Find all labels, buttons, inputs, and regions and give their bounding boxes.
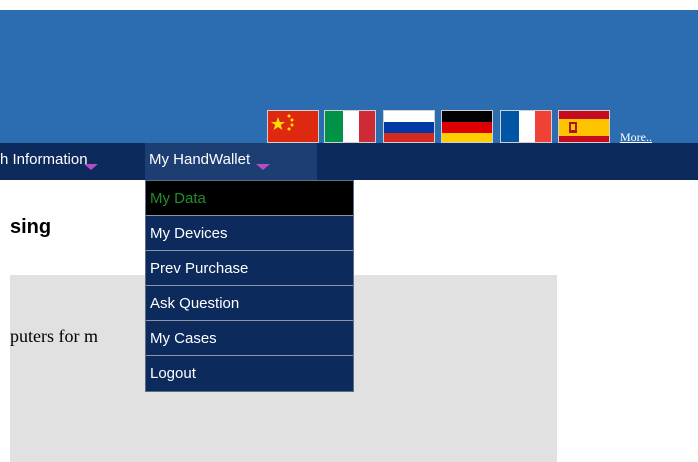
france-flag-icon[interactable] — [500, 110, 552, 143]
my-handwallet-dropdown: My Data My Devices Prev Purchase Ask Que… — [145, 180, 354, 392]
menu-item-my-devices[interactable]: My Devices — [146, 216, 353, 251]
nav-item-label: My HandWallet — [149, 151, 251, 168]
nav-item-my-handwallet[interactable]: My HandWallet — [145, 143, 317, 180]
menu-item-prev-purchase[interactable]: Prev Purchase — [146, 251, 353, 286]
menu-item-my-data[interactable]: My Data — [146, 181, 353, 216]
germany-flag-icon[interactable] — [441, 110, 493, 143]
nav-item-label: h Information — [0, 151, 88, 168]
header-banner: More.. — [0, 10, 698, 144]
menu-item-ask-question[interactable]: Ask Question — [146, 286, 353, 321]
nav-item-information[interactable]: h Information — [0, 143, 98, 180]
dropdown-arrow-icon — [83, 164, 98, 170]
page-title: sing — [10, 216, 52, 238]
spain-flag-icon[interactable] — [558, 110, 610, 143]
main-navbar: h Information My HandWallet — [0, 143, 698, 180]
italy-flag-icon[interactable] — [324, 110, 376, 143]
dropdown-arrow-icon — [256, 164, 271, 170]
menu-item-logout[interactable]: Logout — [146, 356, 353, 391]
russia-flag-icon[interactable] — [383, 110, 435, 143]
menu-item-my-cases[interactable]: My Cases — [146, 321, 353, 356]
china-flag-icon[interactable] — [267, 110, 319, 143]
